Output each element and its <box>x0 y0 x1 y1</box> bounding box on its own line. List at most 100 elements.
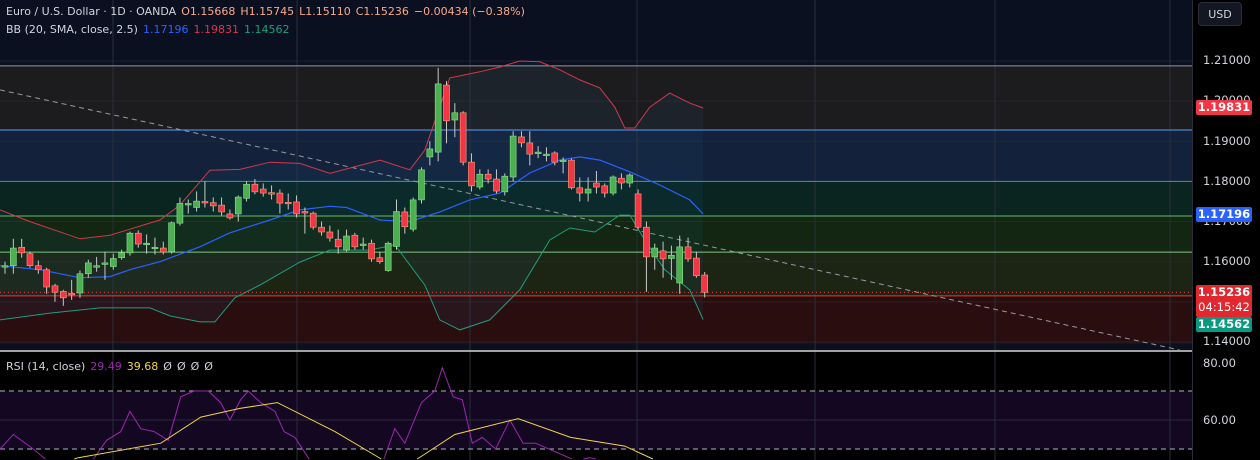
candle-up <box>451 112 459 121</box>
candle-up <box>151 246 159 250</box>
rsi-empty-3: Ø <box>190 360 200 373</box>
candle-down <box>618 177 625 184</box>
candle-down <box>334 238 342 248</box>
candle-down <box>284 201 292 205</box>
candle-up <box>109 258 117 267</box>
bar-countdown: 04:15:42 <box>1198 300 1250 314</box>
candle-up <box>1 265 9 268</box>
last-price: 1.15236 <box>1197 285 1251 299</box>
price-chart[interactable] <box>0 0 1192 460</box>
candle-up <box>168 222 175 252</box>
candle-up <box>143 242 150 246</box>
candle-up <box>476 173 484 188</box>
candle-down <box>634 193 642 228</box>
symbol-title[interactable]: Euro / U.S. Dollar · 1D · OANDA <box>6 5 176 18</box>
bb-legend: BB (20, SMA, close, 2.5) 1.17196 1.19831… <box>6 23 289 36</box>
currency-button[interactable]: USD <box>1198 2 1242 26</box>
candle-up <box>176 203 184 224</box>
candle-up <box>393 211 400 247</box>
candle-down <box>368 242 375 260</box>
candle-down <box>659 250 667 260</box>
ohlc-high: H1.15745 <box>240 5 295 18</box>
candle-down <box>593 182 600 188</box>
bb-basis-price-tag: 1.17196 <box>1196 207 1252 222</box>
axis-tick: 1.18000 <box>1203 174 1251 188</box>
candle-up <box>409 199 417 230</box>
bb-label[interactable]: BB (20, SMA, close, 2.5) <box>6 23 138 36</box>
candle-up <box>101 262 109 265</box>
candle-up <box>651 247 659 258</box>
rsi-label[interactable]: RSI (14, close) <box>6 360 85 373</box>
candle-up <box>85 262 92 275</box>
candle-down <box>484 173 492 180</box>
candle-down <box>26 253 34 267</box>
candle-down <box>226 213 234 219</box>
candle-up <box>501 175 509 193</box>
candle-up <box>543 153 550 156</box>
candle-up <box>426 148 434 158</box>
candle-down <box>568 159 575 189</box>
candle-up <box>534 151 542 154</box>
candle-down <box>468 161 475 187</box>
candle-down <box>268 192 275 195</box>
candle-down <box>443 84 450 122</box>
candle-down <box>218 204 225 213</box>
ohlc-low: L1.15110 <box>299 5 351 18</box>
candle-down <box>309 212 317 228</box>
candle-down <box>43 269 50 288</box>
candle-down <box>159 247 167 253</box>
candle-down <box>51 285 59 293</box>
candle-down <box>293 201 300 215</box>
price-axis[interactable] <box>1192 0 1260 460</box>
candle-down <box>68 293 75 296</box>
candle-up <box>509 135 517 178</box>
candle-down <box>576 187 584 194</box>
candle-up <box>434 83 442 153</box>
candle-down <box>376 257 384 263</box>
rsi-empty-4: Ø <box>204 360 213 373</box>
candle-down <box>684 246 692 260</box>
candle-up <box>359 243 367 246</box>
ohlc-change: −0.00434 (−0.38%) <box>413 5 525 18</box>
rsi-empty-2: Ø <box>176 360 186 373</box>
candle-down <box>259 188 267 194</box>
candle-down <box>526 142 534 155</box>
bb-upper-price-tag: 1.19831 <box>1196 100 1252 115</box>
candle-up <box>193 200 200 208</box>
candle-up <box>418 169 425 201</box>
candle-up <box>343 235 350 251</box>
candle-up <box>118 252 125 258</box>
bb-upper-value: 1.19831 <box>193 23 239 36</box>
candle-down <box>18 246 25 254</box>
candle-down <box>493 178 500 192</box>
candle-down <box>551 152 559 163</box>
candle-down <box>326 231 334 239</box>
candle-up <box>184 203 192 206</box>
candle-down <box>35 265 42 271</box>
candle-down <box>701 274 709 293</box>
ohlc-open: O1.15668 <box>181 5 236 18</box>
candle-up <box>10 247 17 267</box>
candle-down <box>459 112 467 163</box>
candle-down <box>60 291 67 299</box>
candle-up <box>126 232 134 254</box>
last-price-tag: 1.15236 04:15:42 <box>1196 285 1252 317</box>
ohlc-close: C1.15236 <box>355 5 409 18</box>
candle-up <box>626 174 634 184</box>
candle-down <box>276 192 284 204</box>
candle-up <box>243 183 250 199</box>
rsi-axis-tick: 80.00 <box>1203 356 1236 370</box>
candle-down <box>518 136 525 144</box>
candle-down <box>209 202 217 207</box>
candle-up <box>384 242 392 271</box>
candle-up <box>76 273 84 294</box>
candle-up <box>676 246 684 284</box>
candle-up <box>609 176 617 194</box>
bb-lower-price-tag: 1.14562 <box>1196 317 1252 332</box>
symbol-legend: Euro / U.S. Dollar · 1D · OANDA O1.15668… <box>6 5 525 18</box>
candle-down <box>134 232 142 245</box>
axis-tick: 1.21000 <box>1203 53 1251 67</box>
candle-up <box>234 196 242 215</box>
rsi-legend: RSI (14, close) 29.49 39.68 Ø Ø Ø Ø <box>6 360 213 373</box>
candle-down <box>601 185 609 194</box>
